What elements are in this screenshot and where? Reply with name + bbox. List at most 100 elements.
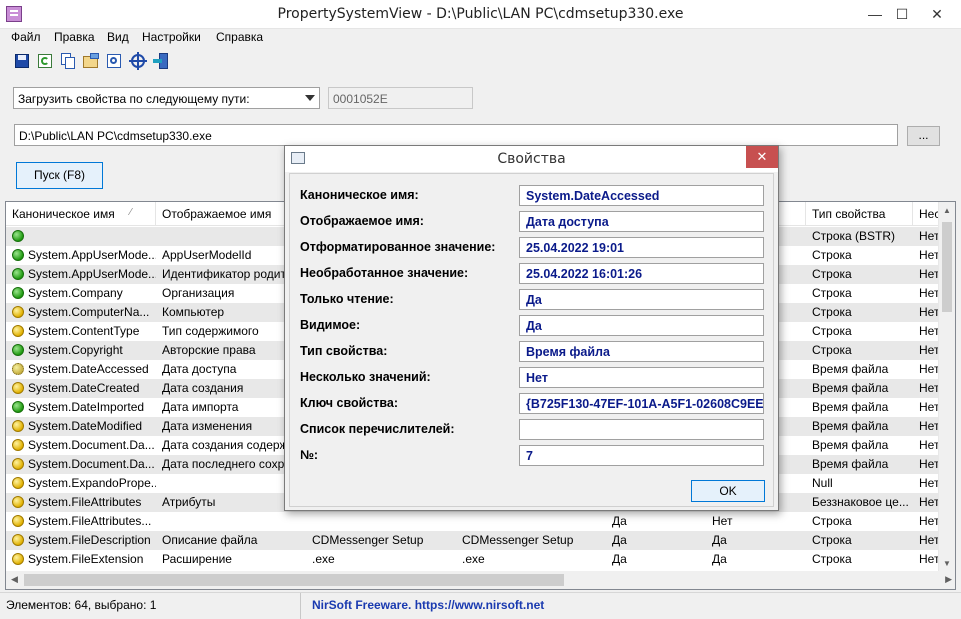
table-cell: Нет bbox=[919, 419, 939, 433]
field-value[interactable]: Дата доступа bbox=[519, 211, 764, 232]
table-cell: Нет bbox=[919, 381, 939, 395]
status-item-count: Элементов: 64, выбрано: 1 bbox=[6, 598, 157, 612]
table-cell: System.DateModified bbox=[28, 419, 143, 433]
status-dot-icon bbox=[12, 401, 24, 413]
table-row[interactable]: System.FileAttributes... Да Нет Строка Нет bbox=[6, 512, 939, 531]
table-cell: Строка bbox=[812, 324, 852, 338]
status-dot-icon bbox=[12, 268, 24, 280]
title-bar: PropertySystemView - D:\Public\LAN PC\cd… bbox=[0, 0, 961, 29]
field-value[interactable]: 7 bbox=[519, 445, 764, 466]
ok-button[interactable]: OK bbox=[691, 480, 765, 502]
table-cell: Дата импорта bbox=[162, 400, 239, 414]
table-cell: System.ComputerNa... bbox=[28, 305, 150, 319]
find-icon[interactable] bbox=[105, 52, 123, 70]
table-cell: Строка bbox=[812, 248, 852, 262]
close-button[interactable]: ✕ bbox=[914, 0, 960, 29]
status-dot-icon bbox=[12, 458, 24, 470]
menu-view[interactable]: Вид bbox=[107, 30, 129, 44]
nirsoft-link[interactable]: NirSoft Freeware. https://www.nirsoft.ne… bbox=[312, 598, 544, 612]
scroll-down-icon[interactable]: ▼ bbox=[943, 559, 951, 568]
vertical-scrollbar[interactable]: ▲ ▼ bbox=[938, 202, 955, 572]
table-row[interactable]: System.FileExtension Расширение .exe .exe Да… bbox=[6, 550, 939, 569]
dialog-close-button[interactable]: ✕ bbox=[746, 146, 778, 168]
scroll-right-icon[interactable]: ▶ bbox=[945, 574, 952, 585]
vertical-scroll-thumb[interactable] bbox=[942, 222, 952, 312]
menu-file[interactable]: Файл bbox=[11, 30, 41, 44]
field-value[interactable] bbox=[519, 419, 764, 440]
table-cell: Время файла bbox=[812, 362, 889, 376]
window-title: PropertySystemView - D:\Public\LAN PC\cd… bbox=[277, 6, 684, 22]
field-value[interactable]: System.DateAccessed bbox=[519, 185, 764, 206]
copy-icon[interactable] bbox=[59, 52, 77, 70]
table-cell: Строка bbox=[812, 286, 852, 300]
field-value[interactable]: Время файла bbox=[519, 341, 764, 362]
table-cell: Да bbox=[612, 533, 627, 547]
column-canonical-name[interactable]: Каноническое имя ⁄ bbox=[6, 202, 156, 226]
table-cell: System.DateAccessed bbox=[28, 362, 149, 376]
status-dot-icon bbox=[12, 477, 24, 489]
table-cell: System.DateCreated bbox=[28, 381, 140, 395]
table-cell: Да bbox=[712, 533, 727, 547]
exit-icon[interactable] bbox=[152, 52, 170, 70]
table-cell: Организация bbox=[162, 286, 235, 300]
table-cell: System.FileDescription bbox=[28, 533, 151, 547]
menu-help[interactable]: Справка bbox=[216, 30, 263, 44]
field-label: №: bbox=[300, 448, 319, 462]
save-icon[interactable] bbox=[13, 52, 31, 70]
field-label: Тип свойства: bbox=[300, 344, 388, 358]
target-icon[interactable] bbox=[129, 52, 147, 70]
table-cell: Нет bbox=[919, 514, 939, 528]
table-cell: .exe bbox=[312, 552, 335, 566]
properties-icon[interactable] bbox=[82, 52, 100, 70]
table-cell: Строка bbox=[812, 343, 852, 357]
table-cell: System.Company bbox=[28, 286, 123, 300]
properties-dialog: Свойства ✕ Каноническое имя: System.DateA… bbox=[284, 145, 779, 511]
table-cell: Строка bbox=[812, 267, 852, 281]
status-dot-icon bbox=[12, 496, 24, 508]
table-cell: Нет bbox=[919, 305, 939, 319]
table-cell: System.AppUserMode... bbox=[28, 267, 156, 281]
browse-button[interactable]: ... bbox=[907, 126, 940, 146]
status-dot-icon bbox=[12, 306, 24, 318]
field-value[interactable]: Нет bbox=[519, 367, 764, 388]
field-value[interactable]: 25.04.2022 16:01:26 bbox=[519, 263, 764, 284]
status-bar: Элементов: 64, выбрано: 1 NirSoft Freewa… bbox=[0, 592, 961, 619]
menu-edit[interactable]: Правка bbox=[54, 30, 95, 44]
refresh-icon[interactable] bbox=[36, 52, 54, 70]
table-cell: System.ContentType bbox=[28, 324, 140, 338]
status-dot-icon bbox=[12, 249, 24, 261]
field-value[interactable]: {B725F130-47EF-101A-A5F1-02608C9EE bbox=[519, 393, 764, 414]
table-cell: Время файла bbox=[812, 457, 889, 471]
path-input[interactable]: D:\Public\LAN PC\cdmsetup330.exe bbox=[14, 124, 898, 146]
table-cell: System.AppUserMode... bbox=[28, 248, 156, 262]
horizontal-scroll-thumb[interactable] bbox=[24, 574, 564, 586]
table-row[interactable]: System.FileDescription Описание файла CDMe… bbox=[6, 531, 939, 550]
code-field[interactable]: 0001052E bbox=[328, 87, 473, 109]
table-cell: Атрибуты bbox=[162, 495, 216, 509]
field-value[interactable]: 25.04.2022 19:01 bbox=[519, 237, 764, 258]
field-value[interactable]: Да bbox=[519, 315, 764, 336]
table-cell: System.ExpandoPrope... bbox=[28, 476, 156, 490]
status-dot-icon bbox=[12, 287, 24, 299]
table-cell: Время файла bbox=[812, 381, 889, 395]
table-cell: Строка bbox=[812, 552, 852, 566]
run-button[interactable]: Пуск (F8) bbox=[16, 162, 103, 189]
scroll-left-icon[interactable]: ◀ bbox=[11, 574, 18, 585]
table-cell: Расширение bbox=[162, 552, 232, 566]
horizontal-scrollbar[interactable]: ◀ ▶ bbox=[6, 571, 955, 589]
table-cell: Нет bbox=[919, 324, 939, 338]
field-value[interactable]: Да bbox=[519, 289, 764, 310]
menu-settings[interactable]: Настройки bbox=[142, 30, 201, 44]
column-property-type[interactable]: Тип свойства bbox=[806, 202, 913, 226]
table-cell: Нет bbox=[919, 438, 939, 452]
table-cell: AppUserModelId bbox=[162, 248, 252, 262]
field-label: Ключ свойства: bbox=[300, 396, 398, 410]
toolbar bbox=[0, 48, 961, 74]
table-cell: Нет bbox=[919, 229, 939, 243]
table-cell: Описание файла bbox=[162, 533, 258, 547]
scroll-up-icon[interactable]: ▲ bbox=[943, 206, 951, 215]
table-cell: Да bbox=[612, 514, 627, 528]
field-label: Отображаемое имя: bbox=[300, 214, 424, 228]
table-cell: Нет bbox=[919, 476, 939, 490]
load-mode-select[interactable]: Загрузить свойства по следующему пути: bbox=[13, 87, 320, 109]
